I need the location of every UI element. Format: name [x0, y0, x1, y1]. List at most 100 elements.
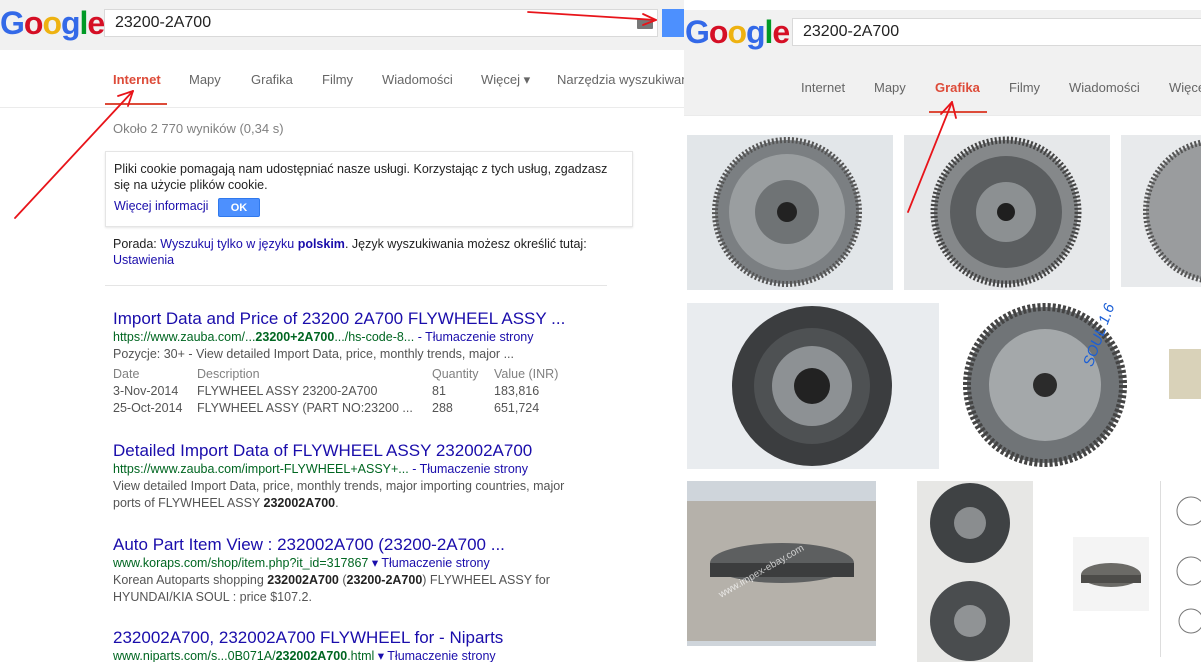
translate-link[interactable]: - Tłumaczenie strony — [414, 330, 534, 344]
search-result: Auto Part Item View : 232002A700 (23200-… — [113, 535, 583, 606]
result-snippet: View detailed Import Data, price, monthl… — [113, 478, 583, 512]
search-header: Google 23200-2A700 — [684, 10, 1201, 60]
tab-internet[interactable]: Internet — [113, 72, 161, 87]
url-part: www.koraps.com/shop/item.php?it_id=31786… — [113, 556, 369, 570]
tab-grafika[interactable]: Grafika — [935, 80, 980, 95]
tip-link-bold: polskim — [297, 237, 345, 251]
search-header: Google 23200-2A700 — [0, 0, 684, 50]
tip-link-text: Wyszukuj tylko w języku — [160, 237, 298, 251]
search-button[interactable] — [662, 9, 684, 37]
cookie-more-link[interactable]: Więcej informacji — [114, 198, 208, 214]
snippet-part: ( — [338, 573, 347, 587]
image-thumbnail-flywheel-ring[interactable]: www.impex-ebay.com — [687, 481, 876, 646]
search-result: Import Data and Price of 23200 2A700 FLY… — [113, 309, 583, 419]
image-thumbnail-partial[interactable] — [1169, 349, 1201, 399]
translate-link[interactable]: ▾ Tłumaczenie strony — [374, 649, 496, 662]
image-thumbnail-ring-gear[interactable] — [1073, 537, 1149, 611]
result-title-link[interactable]: Import Data and Price of 23200 2A700 FLY… — [113, 309, 583, 329]
result-url: www.niparts.com/s...0B071A/232002A700.ht… — [113, 648, 583, 662]
search-result: Detailed Import Data of FLYWHEEL ASSY 23… — [113, 441, 583, 512]
result-title-link[interactable]: Auto Part Item View : 232002A700 (23200-… — [113, 535, 583, 555]
logo-letter: g — [745, 14, 766, 50]
url-bold: 232002A700 — [275, 649, 348, 662]
snippet-part: . — [335, 496, 339, 510]
image-thumbnail-clutch-disc[interactable] — [687, 303, 939, 469]
language-tip: Porada: Wyszukuj tylko w języku polskim.… — [113, 236, 613, 268]
result-url: https://www.zauba.com/...23200+2A700.../… — [113, 329, 583, 346]
table-header: Quantity — [432, 367, 479, 381]
search-input[interactable]: 23200-2A700 — [104, 9, 658, 37]
logo-letter: o — [23, 5, 44, 41]
table-cell: 651,724 — [494, 401, 540, 415]
url-part: www.niparts.com/s...0B071A/ — [113, 649, 276, 662]
url-part: https://www.zauba.com/import-FLYWHEEL+AS… — [113, 462, 409, 476]
table-cell: 3-Nov-2014 — [113, 384, 179, 398]
logo-letter: o — [708, 14, 729, 50]
url-part: .../hs-code-8... — [334, 330, 415, 344]
flywheel-image — [963, 303, 1127, 467]
tab-mapy[interactable]: Mapy — [874, 80, 906, 95]
table-cell: 81 — [432, 384, 446, 398]
table-header: Date — [113, 367, 140, 381]
table-cell: 25-Oct-2014 — [113, 401, 183, 415]
left-screenshot-web-results: Google 23200-2A700 Internet Mapy Grafika… — [0, 0, 684, 662]
google-logo[interactable]: Google — [685, 14, 790, 51]
tab-wiadomosci[interactable]: Wiadomości — [1069, 80, 1140, 95]
tip-language-link[interactable]: Wyszukuj tylko w języku polskim — [160, 237, 345, 251]
tab-filmy[interactable]: Filmy — [322, 72, 353, 87]
translate-link[interactable]: ▾ Tłumaczenie strony — [368, 556, 490, 570]
clutch-disc-image — [732, 306, 892, 466]
table-cell: FLYWHEEL ASSY 23200-2A700 — [197, 384, 378, 398]
flywheel-image — [930, 136, 1082, 288]
right-screenshot-image-results: Google 23200-2A700 Internet Mapy Grafika… — [684, 0, 1201, 662]
image-thumbnail-flywheel-soul[interactable]: SOUL 1.6 CRDi — [950, 303, 1156, 468]
active-tab-underline — [105, 103, 167, 105]
tab-mapy[interactable]: Mapy — [189, 72, 221, 87]
snippet-bold: 232002A700 — [267, 573, 339, 587]
logo-letter: o — [42, 5, 62, 41]
tip-suffix: . Język wyszukiwania możesz określić tut… — [344, 237, 587, 251]
settings-link[interactable]: Ustawienia — [113, 253, 174, 267]
tab-grafika[interactable]: Grafika — [251, 72, 293, 87]
image-thumbnail-flywheel-pair[interactable] — [917, 481, 1033, 662]
snippet-bold: 23200-2A700 — [346, 573, 423, 587]
cookie-notice-text: Pliki cookie pomagają nam udostępniać na… — [114, 162, 608, 192]
url-bold: 23200+2A700 — [255, 330, 335, 344]
search-tabs: Internet Mapy Grafika Filmy Wiadomości W… — [684, 60, 1201, 116]
tip-prefix: Porada: — [113, 237, 161, 251]
table-header: Description — [197, 367, 260, 381]
tab-internet[interactable]: Internet — [801, 80, 845, 95]
translate-link[interactable]: - Tłumaczenie strony — [409, 462, 528, 476]
flywheel-pair-image — [930, 483, 1010, 661]
table-cell: 183,816 — [494, 384, 540, 398]
result-title-link[interactable]: 232002A700, 232002A700 FLYWHEEL for - Ni… — [113, 628, 583, 648]
image-thumbnail-flywheel[interactable] — [904, 135, 1110, 290]
result-url: www.koraps.com/shop/item.php?it_id=31786… — [113, 555, 583, 572]
snippet-bold: 232002A700 — [263, 496, 336, 510]
tab-wiecej[interactable]: Więce — [1169, 80, 1201, 95]
result-title-link[interactable]: Detailed Import Data of FLYWHEEL ASSY 23… — [113, 441, 583, 461]
result-url: https://www.zauba.com/import-FLYWHEEL+AS… — [113, 461, 583, 478]
search-result: 232002A700, 232002A700 FLYWHEEL for - Ni… — [113, 628, 583, 662]
logo-letter: e — [772, 14, 790, 50]
keyboard-icon[interactable] — [637, 19, 653, 29]
result-data-table: Date Description Quantity Value (INR) 3-… — [113, 367, 583, 419]
tab-wiadomosci[interactable]: Wiadomości — [382, 72, 453, 87]
image-thumbnail-flywheel[interactable] — [1121, 135, 1201, 287]
tab-wiecej[interactable]: Więcej ▾ — [481, 72, 530, 88]
google-logo[interactable]: Google — [0, 5, 105, 42]
logo-letter: e — [87, 5, 105, 41]
tab-search-tools[interactable]: Narzędzia wyszukiwan — [557, 72, 684, 87]
snippet-part: Korean Autoparts shopping — [113, 573, 268, 587]
logo-letter: l — [764, 14, 774, 50]
cookie-ok-button[interactable]: OK — [218, 198, 260, 217]
logo-letter: o — [727, 14, 747, 50]
url-part: .html — [347, 649, 375, 662]
image-thumbnail-diagram[interactable] — [1160, 481, 1201, 657]
tab-filmy[interactable]: Filmy — [1009, 80, 1040, 95]
image-thumbnail-flywheel[interactable] — [687, 135, 893, 290]
result-snippet: Pozycje: 30+ - View detailed Import Data… — [113, 347, 514, 361]
search-input[interactable]: 23200-2A700 — [792, 18, 1201, 46]
snippet-part: View detailed Import Data, price, monthl… — [113, 479, 565, 510]
logo-letter: l — [79, 5, 89, 41]
